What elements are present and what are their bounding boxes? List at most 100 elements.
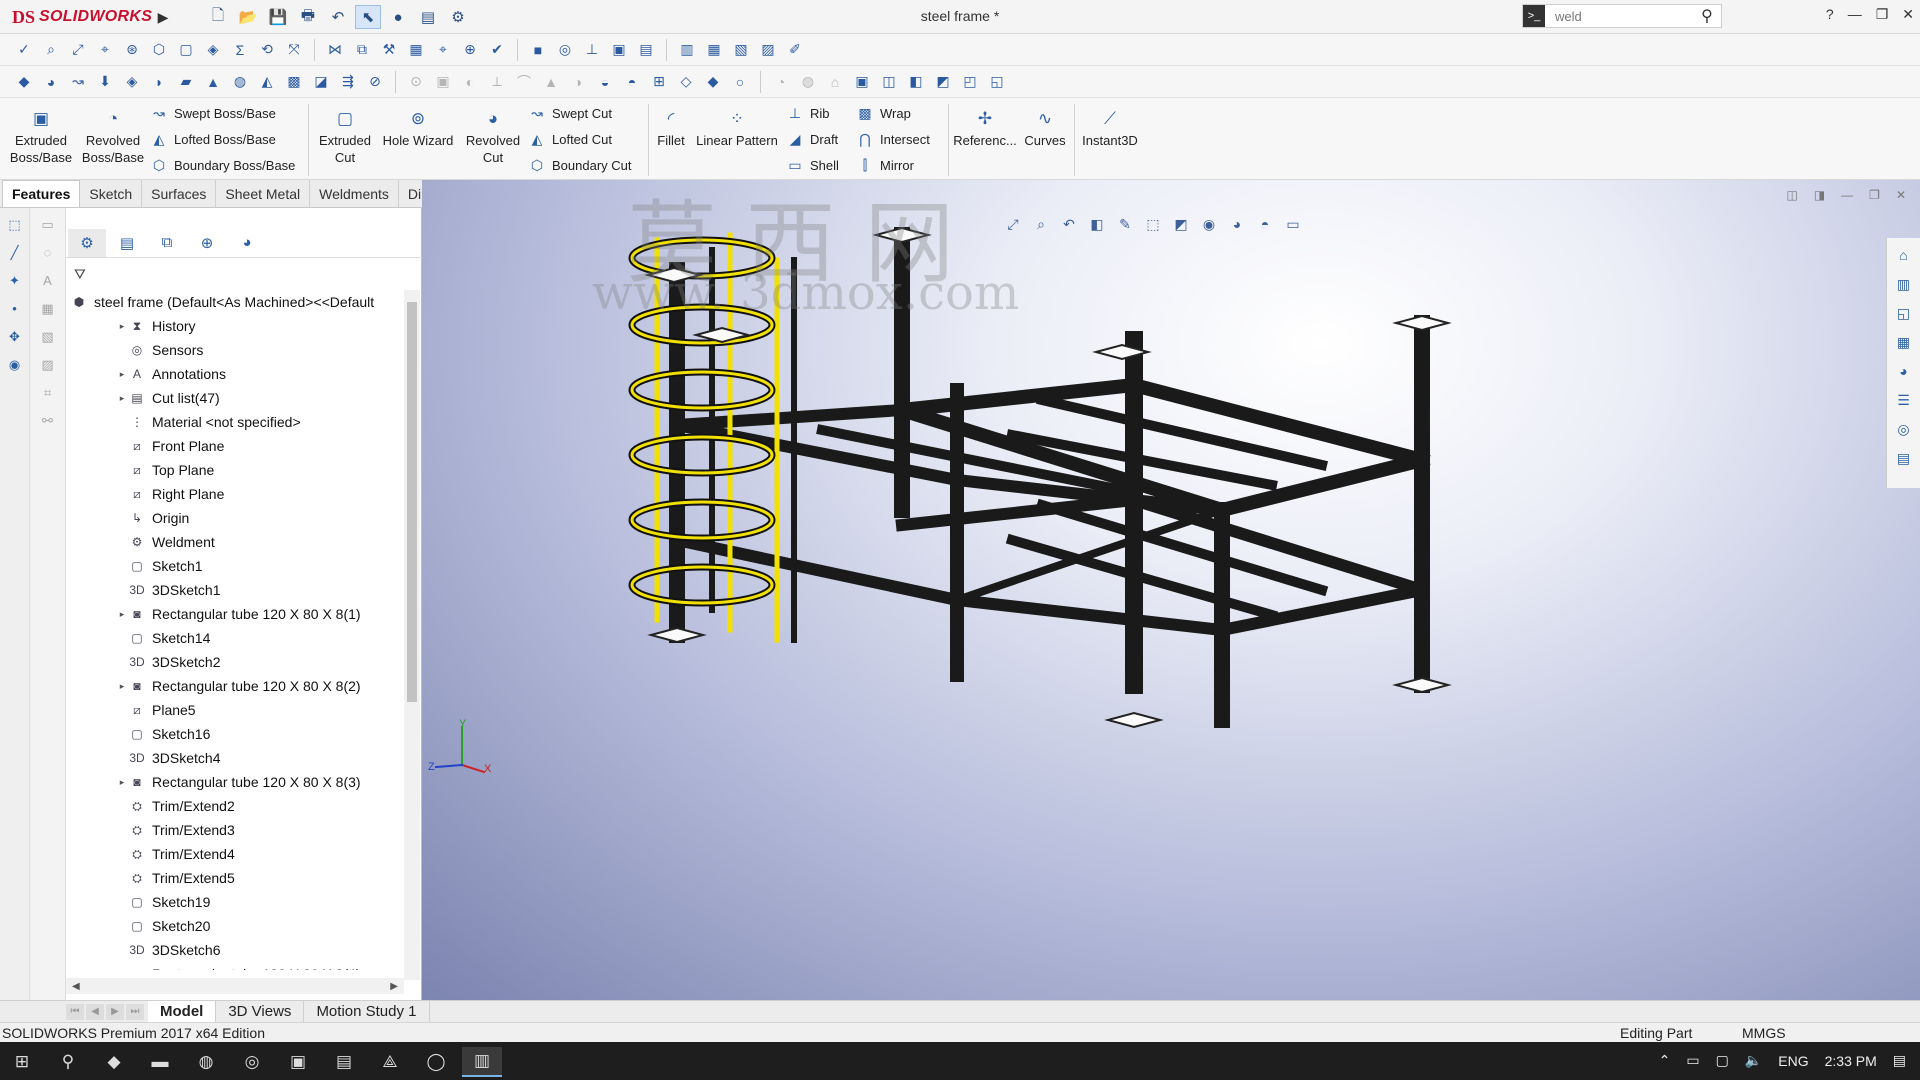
rebuild-icon[interactable]: ● [385, 5, 411, 29]
base-plate[interactable] [1104, 711, 1164, 729]
file-explorer-taskbar-icon[interactable]: ▬ [140, 1047, 180, 1077]
tree-horizontal-scrollbar[interactable]: ◀ ▶ [66, 978, 404, 994]
solidworks-active-taskbar-icon[interactable]: ▥ [462, 1047, 502, 1077]
display-style-icon[interactable]: ◩ [1170, 213, 1192, 235]
tool-icon-5[interactable]: ▧ [37, 326, 59, 348]
toolbar2-tool-icon[interactable]: ↝ [66, 70, 90, 94]
toolbar1-tool-icon[interactable]: ✓ [12, 38, 36, 62]
expand-arrow-icon[interactable]: ▸ [116, 681, 128, 692]
toolbar1-tool-icon[interactable]: ⟲ [255, 38, 279, 62]
tree-item[interactable]: ⛭ Trim/Extend3 [66, 818, 406, 842]
apply-scene-icon[interactable]: ◓ [1254, 213, 1276, 235]
tree-item[interactable]: ▸◙ Rectangular tube 120 X 80 X 8(4) [66, 962, 406, 970]
toolbar2-tool-icon[interactable]: ◱ [985, 70, 1009, 94]
toolbar1-tool-icon[interactable]: ⌕ [39, 38, 63, 62]
tree-item[interactable]: ⧄ Front Plane [66, 434, 406, 458]
tree-item[interactable]: ⧄ Plane5 [66, 698, 406, 722]
toolbar1-tool-icon[interactable]: ⧉ [350, 38, 374, 62]
taskbar-app-icon-1[interactable]: ◆ [94, 1047, 134, 1077]
revolved-boss-button[interactable]: ◔ Revolved Boss/Base [80, 108, 146, 166]
help-icon[interactable]: ? [1826, 6, 1834, 23]
frame-beam[interactable] [894, 377, 1142, 418]
scroll-left-icon[interactable]: ◀ [72, 981, 80, 992]
tree-item[interactable]: 3D 3DSketch6 [66, 938, 406, 962]
move-icon[interactable]: ✥ [4, 326, 26, 348]
dynamic-annotation-icon[interactable]: ✎ [1114, 213, 1136, 235]
filter-icon[interactable]: ⛛ [70, 262, 410, 286]
toolbar2-tool-icon[interactable]: ◔ [769, 70, 793, 94]
steam-taskbar-icon[interactable]: ◍ [186, 1047, 226, 1077]
home-icon[interactable]: ⌂ [1892, 243, 1916, 267]
toolbar2-tool-icon[interactable]: ⇶ [336, 70, 360, 94]
tree-vertical-scrollbar[interactable] [404, 290, 420, 980]
tree-item[interactable]: ▸ ◙ Rectangular tube 120 X 80 X 8(2) [66, 674, 406, 698]
linear-pattern-button[interactable]: ⁘ Linear Pattern [692, 108, 782, 149]
ladder-cage-hoop[interactable] [630, 565, 774, 605]
toolbar2-tool-icon[interactable]: ⊙ [404, 70, 428, 94]
network-icon[interactable]: ▢ [1716, 1052, 1729, 1069]
toolbar1-tool-icon[interactable]: ▦ [404, 38, 428, 62]
toolbar1-tool-icon[interactable]: ⊕ [458, 38, 482, 62]
toolbar2-tool-icon[interactable]: ▰ [174, 70, 198, 94]
tree-item[interactable]: ▢ Sketch19 [66, 890, 406, 914]
tab-sheet-metal[interactable]: Sheet Metal [216, 180, 311, 207]
toolbar1-tool-icon[interactable]: ■ [526, 38, 550, 62]
tool-icon-2[interactable]: ◌ [37, 242, 59, 264]
search-input[interactable] [1545, 8, 1693, 24]
toolbar2-tool-icon[interactable]: ◩ [931, 70, 955, 94]
tree-root[interactable]: ⬢ steel frame (Default<As Machined><<Def… [66, 290, 406, 314]
tree-item[interactable]: ⛭ Trim/Extend4 [66, 842, 406, 866]
forum-chat-icon[interactable]: ▤ [1892, 446, 1916, 470]
appearances-icon[interactable]: ◕ [1892, 359, 1916, 383]
tree-item[interactable]: ▢ Sketch20 [66, 914, 406, 938]
undo-icon[interactable]: ↶ [325, 5, 351, 29]
tree-item[interactable]: 3D 3DSketch4 [66, 746, 406, 770]
intersect-button[interactable]: ⋂ Intersect [856, 128, 930, 150]
tab-features[interactable]: Features [2, 180, 81, 207]
toolbar1-tool-icon[interactable]: ▢ [174, 38, 198, 62]
options-gear-icon[interactable]: ⚙ [445, 5, 471, 29]
expand-arrow-icon[interactable]: ▸ [116, 777, 128, 788]
language-indicator[interactable]: ENG [1778, 1053, 1808, 1069]
top-plate[interactable] [1392, 314, 1452, 332]
toolbar2-tool-icon[interactable]: ⌂ [823, 70, 847, 94]
toolbar1-tool-icon[interactable]: ⌖ [431, 38, 455, 62]
minimize-icon[interactable]: — [1848, 6, 1862, 23]
triad-x-axis[interactable] [460, 763, 486, 774]
toolbar1-tool-icon[interactable]: Σ [228, 38, 252, 62]
tab-surfaces[interactable]: Surfaces [142, 180, 217, 207]
tool-icon-6[interactable]: ▨ [37, 354, 59, 376]
toolbar2-tool-icon[interactable]: ◇ [674, 70, 698, 94]
toolbar1-tool-icon[interactable]: ⋈ [323, 38, 347, 62]
hole-wizard-button[interactable]: ⊚ Hole Wizard [380, 108, 456, 149]
toolbar2-tool-icon[interactable]: ⊘ [363, 70, 387, 94]
tree-item[interactable]: ▸ A Annotations [66, 362, 406, 386]
tree-item[interactable]: ▸ ◙ Rectangular tube 120 X 80 X 8(1) [66, 602, 406, 626]
toolbar2-tool-icon[interactable]: ⬇ [93, 70, 117, 94]
tree-item[interactable]: ◎ Sensors [66, 338, 406, 362]
open-document-icon[interactable]: 📂 [235, 5, 261, 29]
tree-item[interactable]: ▸ ▤ Cut list(47) [66, 386, 406, 410]
search-icon[interactable]: ⚲ [1693, 6, 1721, 26]
line-icon[interactable]: ╱ [4, 242, 26, 264]
solidworks-2017-taskbar-icon[interactable]: ▤ [324, 1047, 364, 1077]
ladder-cage-hoop[interactable] [630, 238, 774, 278]
zoom-area-icon[interactable]: ⌕ [1030, 213, 1052, 235]
lofted-cut-button[interactable]: ◭ Lofted Cut [528, 128, 612, 150]
viewport-minimize-icon[interactable]: — [1841, 188, 1853, 202]
rib-button[interactable]: ⊥ Rib [786, 102, 830, 124]
toolbar1-tool-icon[interactable]: ⚒ [377, 38, 401, 62]
base-plate[interactable] [647, 626, 707, 644]
viewport-icon-1[interactable]: ◫ [1786, 188, 1797, 202]
toolbar2-tool-icon[interactable]: ○ [728, 70, 752, 94]
toolbar1-tool-icon[interactable]: ⤢ [66, 38, 90, 62]
tree-item[interactable]: ▸ ◙ Rectangular tube 120 X 80 X 8(3) [66, 770, 406, 794]
mirror-button[interactable]: ⫿ Mirror [856, 154, 914, 176]
tree-item[interactable]: 3D 3DSketch2 [66, 650, 406, 674]
toolbar2-tool-icon[interactable]: ◓ [620, 70, 644, 94]
toolbar1-tool-icon[interactable]: ⬡ [147, 38, 171, 62]
fillet-button[interactable]: ◜ Fillet [650, 108, 692, 149]
steel-frame-model[interactable]: Y Z X [422, 180, 1920, 1000]
toolbar2-tool-icon[interactable]: ◧ [904, 70, 928, 94]
toolbar1-tool-icon[interactable]: ⤧ [282, 38, 306, 62]
